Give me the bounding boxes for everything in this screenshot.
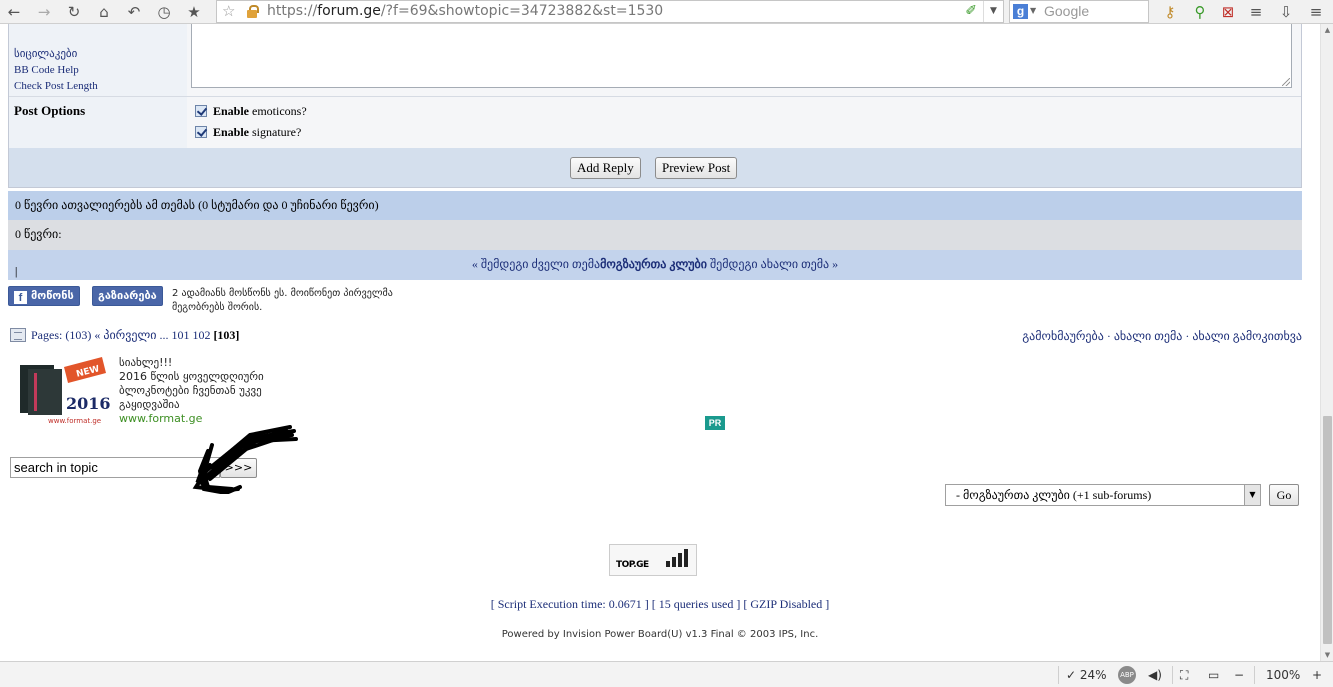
history-icon[interactable]: ◷ (154, 2, 174, 22)
browser-toolbar: ← → ↻ ⌂ ↶ ◷ ★ ☆ https://forum.ge/?f=69&s… (0, 0, 1333, 24)
post-textarea[interactable] (191, 24, 1292, 88)
topge-counter-badge[interactable]: TOP.GE (609, 544, 697, 576)
status-divider (1172, 666, 1173, 684)
back-icon[interactable]: ← (4, 2, 24, 22)
topic-action-links[interactable]: გამოხმაურება · ახალი თემა · ახალი გამოკი… (1022, 329, 1302, 344)
members-text: 0 წევრი: (15, 227, 62, 241)
topic-actions[interactable]: გამოხმაურება · ახალი თემა · ახალი გამოკი… (1022, 329, 1302, 343)
forward-icon[interactable]: → (34, 2, 54, 22)
ad-year-label: 2016 (66, 394, 110, 413)
cpu-indicator[interactable]: ✓ 24% (1066, 668, 1107, 682)
reply-buttons-bar: Add Reply Preview Post (8, 148, 1302, 188)
page-101-link[interactable]: 101 (171, 328, 189, 342)
pr-badge[interactable]: PR (705, 416, 725, 430)
menu-lines-icon[interactable]: ≡ (1246, 2, 1266, 22)
pages-icon (10, 328, 26, 342)
scrollbar-thumb[interactable] (1323, 416, 1332, 644)
volume-icon[interactable]: ◀) (1148, 668, 1162, 682)
adblock-filter-icon[interactable]: ⊠ (1218, 2, 1238, 22)
pages-label: Pages: (31, 328, 63, 342)
current-page: [103] (213, 328, 240, 342)
bookmark-star-icon[interactable]: ★ (184, 2, 204, 22)
ad-title: სიახლე!!! (119, 356, 173, 369)
form-help-links: სიცილაკები BB Code Help Check Post Lengt… (14, 46, 98, 94)
topge-label: TOP.GE (616, 560, 649, 570)
first-page-link[interactable]: « პირველი (94, 328, 156, 342)
chevron-down-icon[interactable]: ▼ (1244, 485, 1260, 505)
browser-menu-icon[interactable]: ≡ (1306, 2, 1326, 22)
topge-bar-icon (678, 553, 682, 567)
lock-icon[interactable] (247, 5, 259, 18)
status-divider (1058, 666, 1059, 684)
url-text[interactable]: https://forum.ge/?f=69&showtopic=3472388… (267, 3, 663, 19)
url-dropdown-icon[interactable]: ▼ (983, 1, 1003, 22)
status-divider (1254, 666, 1255, 684)
zoom-out-icon[interactable]: − (1234, 668, 1244, 682)
adblock-icon[interactable]: ABP (1118, 666, 1136, 684)
topge-bar-icon (666, 561, 670, 567)
browser-search-box[interactable]: g ▼ Google (1009, 0, 1149, 23)
page-102-link[interactable]: 102 (192, 328, 210, 342)
search-engine-dropdown-icon[interactable]: ▼ (1030, 6, 1036, 15)
next-topic-link[interactable]: შემდეგი ახალი თემა » (710, 257, 838, 271)
bbcode-help-link[interactable]: BB Code Help (14, 62, 98, 78)
page-content: სიცილაკები BB Code Help Check Post Lengt… (0, 24, 1320, 661)
search-placeholder: Google (1044, 3, 1090, 19)
undo-icon[interactable]: ↶ (124, 2, 144, 22)
ad-site-label: www.format.ge (48, 417, 101, 425)
user-icon[interactable]: ⚲ (1190, 2, 1210, 22)
facebook-share-button[interactable]: გაზიარება (92, 286, 163, 306)
notebook-ad-image[interactable]: NEW 2016 www.format.ge (18, 357, 110, 425)
scroll-up-icon[interactable]: ▲ (1323, 26, 1332, 34)
enable-emoticons-option[interactable]: Enable emoticons? (195, 104, 307, 119)
zoom-level[interactable]: 100% (1266, 668, 1300, 682)
prev-topic-link[interactable]: « შემდეგი ძველი თემა (472, 257, 600, 271)
active-readers-text: 0 წევრი ათვალიერებს ამ თემას (0 სტუმარი … (15, 198, 379, 212)
enable-signature-option[interactable]: Enable signature? (195, 125, 301, 140)
reload-icon[interactable]: ↻ (64, 2, 84, 22)
bookmark-page-icon[interactable]: ☆ (222, 2, 235, 20)
topge-bar-icon (672, 557, 676, 567)
scroll-down-icon[interactable]: ▼ (1323, 651, 1332, 659)
forum-jump-go-button[interactable]: Go (1269, 484, 1299, 506)
emoticons-checkbox[interactable] (195, 105, 207, 117)
topge-bar-icon (684, 549, 688, 567)
address-bar[interactable]: ☆ https://forum.ge/?f=69&showtopic=34723… (216, 0, 1004, 23)
active-readers-bar: 0 წევრი ათვალიერებს ამ თემას (0 სტუმარი … (8, 191, 1302, 220)
topic-navigation-bar: « შემდეგი ძველი თემა | მოგზაურთა კლუბი |… (8, 250, 1302, 280)
forum-link[interactable]: მოგზაურთა კლუბი (600, 257, 707, 271)
hand-drawn-arrow-annotation (192, 425, 298, 494)
powered-by: Powered by Invision Power Board(U) v1.3 … (501, 629, 819, 640)
topic-navigation: « შემდეგი ძველი თემა | მოგზაურთა კლუბი |… (15, 257, 839, 278)
browser-status-bar: ✓ 24% ABP ◀) ⛶ ▭ − 100% + (0, 661, 1333, 687)
members-bar: 0 წევრი: (8, 220, 1302, 250)
reply-form: სიცილაკები BB Code Help Check Post Lengt… (8, 24, 1302, 148)
extension-icon[interactable]: ✐ (965, 3, 977, 19)
ad-body: 2016 წლის ყოველდღიური ბლოკნოტები ჩვენთან… (119, 370, 264, 411)
add-reply-button[interactable]: Add Reply (570, 157, 641, 179)
download-icon[interactable]: ⇩ (1276, 2, 1296, 22)
facebook-icon: f (14, 291, 27, 304)
facebook-like-button[interactable]: f მოწონს (8, 286, 80, 306)
post-options-cell (187, 96, 1301, 148)
zoom-in-icon[interactable]: + (1312, 668, 1322, 682)
signature-checkbox[interactable] (195, 126, 207, 138)
facebook-like-count-text: 2 ადამიანს მოსწონს ეს. მოიწონეთ პირველმა… (172, 288, 393, 313)
page-scrollbar[interactable]: ▲ ▼ (1320, 24, 1333, 661)
check-post-length-link[interactable]: Check Post Length (14, 78, 98, 94)
forum-jump-selected: - მოგზაურთა კლუბი (+1 sub-forums) (956, 488, 1152, 502)
key-icon[interactable]: ⚷ (1160, 2, 1180, 22)
google-icon[interactable]: g (1013, 4, 1028, 19)
preview-post-button[interactable]: Preview Post (655, 157, 738, 179)
window-icon[interactable]: ▭ (1208, 668, 1219, 682)
forum-jump-select[interactable]: - მოგზაურთა კლუბი (+1 sub-forums) ▼ (945, 484, 1261, 506)
script-stats: [ Script Execution time: 0.0671 ] [ 15 q… (490, 597, 830, 611)
fullscreen-icon[interactable]: ⛶ (1180, 668, 1188, 683)
pagination: Pages: (103) « პირველი ... 101 102 [103] (10, 328, 239, 343)
smilies-link[interactable]: სიცილაკები (14, 46, 98, 62)
resize-grip-icon[interactable] (1282, 78, 1290, 86)
post-options-label: Post Options (14, 103, 86, 118)
home-icon[interactable]: ⌂ (94, 2, 114, 22)
